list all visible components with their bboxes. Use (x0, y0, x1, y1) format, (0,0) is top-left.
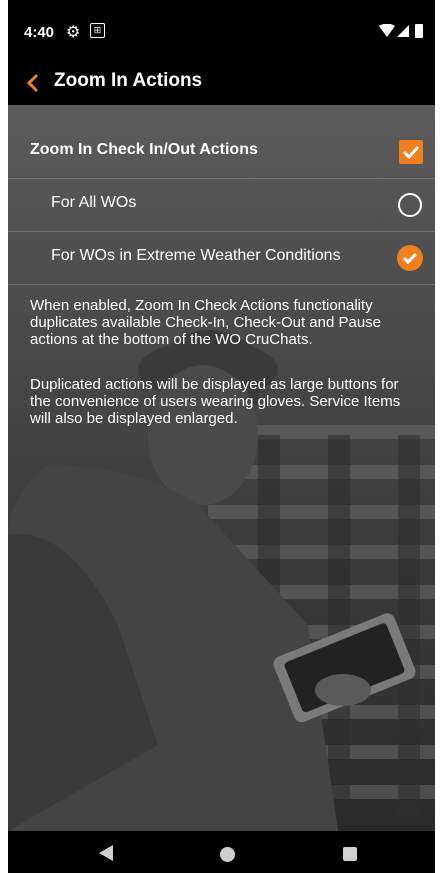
phone-screen: 4:40 ⚙ ⊞ Zoom In Actions Zoom In Check I… (8, 0, 435, 873)
extreme-weather-radio[interactable] (397, 245, 423, 271)
app-bar: Zoom In Actions (8, 62, 435, 105)
nav-home-icon[interactable] (220, 847, 235, 862)
for-all-wos-row[interactable]: For All WOs (8, 179, 435, 232)
system-nav-bar (8, 831, 435, 873)
for-all-wos-radio[interactable] (398, 193, 422, 217)
chevron-left-icon[interactable] (26, 73, 40, 93)
description-paragraph-1: When enabled, Zoom In Check Actions func… (30, 297, 382, 348)
check-icon (402, 252, 418, 265)
extreme-weather-label: For WOs in Extreme Weather Conditions (51, 247, 341, 264)
signal-battery-icons (379, 24, 423, 38)
status-bar: 4:40 ⚙ ⊞ (8, 0, 435, 62)
page-title: Zoom In Actions (54, 70, 203, 91)
extreme-weather-row[interactable]: For WOs in Extreme Weather Conditions (8, 232, 435, 285)
zoom-in-checkbox[interactable] (399, 140, 423, 164)
gear-icon: ⚙ (66, 24, 81, 41)
zoom-in-check-actions-row[interactable]: Zoom In Check In/Out Actions (8, 126, 435, 179)
nav-recents-icon[interactable] (343, 847, 357, 861)
for-all-wos-label: For All WOs (51, 194, 137, 211)
notification-icon: ⊞ (90, 23, 105, 38)
check-icon (402, 145, 420, 160)
zoom-in-check-actions-label: Zoom In Check In/Out Actions (30, 141, 258, 158)
status-time: 4:40 (24, 24, 55, 41)
description-paragraph-2: Duplicated actions will be displayed as … (30, 376, 401, 427)
nav-back-icon[interactable] (99, 845, 113, 861)
